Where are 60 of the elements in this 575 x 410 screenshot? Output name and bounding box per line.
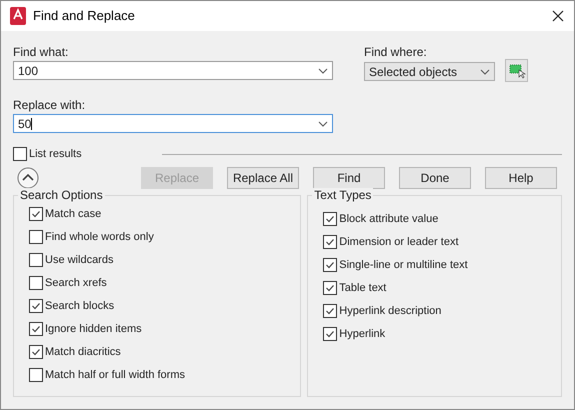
find-what-combobox[interactable]: 100: [13, 61, 333, 80]
checkbox[interactable]: [29, 276, 43, 290]
field-label: Find where:: [364, 44, 428, 59]
check-icon: [31, 347, 41, 357]
check-icon: [325, 329, 336, 339]
checkbox-label: Single-line or multiline text: [339, 258, 468, 272]
checkbox-label: Hyperlink: [339, 327, 386, 341]
chevron-down-icon: [318, 68, 328, 74]
check-icon: [31, 324, 41, 334]
checkbox[interactable]: [323, 258, 338, 272]
checkbox[interactable]: [29, 253, 43, 267]
replace-with-combobox[interactable]: 50: [13, 114, 333, 133]
checkbox[interactable]: [323, 235, 338, 249]
check-icon: [31, 209, 41, 219]
checkbox[interactable]: [29, 322, 43, 336]
field-label: Find what:: [13, 44, 70, 59]
check-icon: [31, 301, 41, 311]
checkbox-label: Table text: [339, 281, 386, 295]
checkbox-label: Match diacritics: [45, 345, 121, 359]
find-where-dropdown[interactable]: Selected objects: [364, 62, 495, 81]
checkbox-label: Match case: [45, 207, 102, 221]
checkbox-label: Search blocks: [45, 299, 114, 313]
checkbox[interactable]: [29, 207, 43, 221]
checkbox[interactable]: [29, 299, 43, 313]
collapse-icon[interactable]: [17, 167, 39, 189]
check-icon: [325, 214, 336, 224]
checkbox-label: List results: [29, 147, 82, 161]
chevron-down-icon: [480, 68, 490, 74]
check-icon: [325, 306, 336, 316]
checkbox[interactable]: [323, 327, 338, 341]
dialog-button[interactable]: Find: [313, 167, 385, 189]
checkbox-label: Match half or full width forms: [45, 368, 185, 382]
field-label: Replace with:: [13, 97, 86, 112]
chevron-down-icon: [318, 120, 328, 126]
checkbox-label: Block attribute value: [339, 212, 438, 226]
window-title: Find and Replace: [33, 7, 135, 26]
checkbox-label: Find whole words only: [45, 230, 154, 244]
checkbox[interactable]: [13, 147, 27, 161]
close-icon[interactable]: [552, 10, 564, 22]
checkbox-label: Ignore hidden items: [45, 322, 142, 336]
dialog-button[interactable]: Done: [399, 167, 471, 189]
checkbox-label: Search xrefs: [45, 276, 107, 290]
dialog-button[interactable]: Help: [485, 167, 557, 189]
check-icon: [325, 237, 336, 247]
checkbox[interactable]: [29, 368, 43, 382]
check-icon: [325, 260, 336, 270]
dialog-button[interactable]: Replace All: [227, 167, 299, 189]
checkbox-label: Use wildcards: [45, 253, 114, 267]
checkbox[interactable]: [323, 212, 338, 226]
checkbox[interactable]: [323, 304, 338, 318]
group-title: Search Options: [18, 188, 105, 202]
checkbox-label: Dimension or leader text: [339, 235, 459, 249]
checkbox[interactable]: [29, 230, 43, 244]
app-logo-icon: [10, 7, 26, 25]
select-objects-button[interactable]: [505, 59, 528, 82]
checkbox[interactable]: [29, 345, 43, 359]
group-title: Text Types: [312, 188, 374, 202]
check-icon: [325, 283, 336, 293]
checkbox[interactable]: [323, 281, 338, 295]
checkbox-label: Hyperlink description: [339, 304, 442, 318]
